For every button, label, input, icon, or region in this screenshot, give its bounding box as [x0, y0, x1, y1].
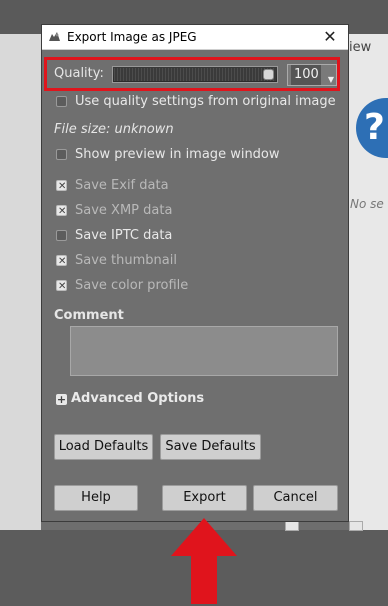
checkbox-box[interactable]: [56, 96, 67, 107]
checkbox-label: Show preview in image window: [75, 147, 280, 162]
quality-value[interactable]: 100: [291, 65, 321, 85]
checkbox-label: Save XMP data: [75, 203, 173, 218]
checkbox-box[interactable]: [56, 230, 67, 241]
save-exif-checkbox[interactable]: Save Exif data: [56, 176, 169, 197]
background-scroll-button[interactable]: [349, 521, 363, 531]
cancel-button[interactable]: Cancel: [253, 485, 338, 511]
checkbox-box[interactable]: [56, 277, 67, 297]
close-button[interactable]: ✕: [320, 25, 340, 49]
background-canvas-area: [0, 34, 41, 530]
quality-slider-thumb[interactable]: [263, 69, 274, 80]
checkbox-label: Save IPTC data: [75, 228, 173, 243]
file-size-text: File size: unknown: [54, 122, 174, 137]
annotation-up-arrow-icon: [171, 518, 237, 604]
expand-plus-icon[interactable]: +: [56, 394, 67, 405]
export-button[interactable]: Export: [162, 485, 247, 511]
app-logo-icon: [49, 32, 60, 41]
checkbox-label: Use quality settings from original image: [75, 94, 336, 109]
background-no-selection-text: No se: [350, 197, 384, 211]
checkbox-label: Save thumbnail: [75, 253, 177, 268]
help-button[interactable]: Help: [54, 485, 138, 511]
advanced-options-label: Advanced Options: [71, 391, 205, 406]
load-defaults-button[interactable]: Load Defaults: [54, 434, 153, 460]
comment-textarea[interactable]: [70, 326, 338, 376]
advanced-options-expander[interactable]: + Advanced Options: [56, 389, 204, 409]
background-view-tab[interactable]: iew: [349, 38, 371, 58]
show-preview-checkbox[interactable]: Show preview in image window: [56, 145, 280, 165]
spin-down-arrow-icon[interactable]: ▼: [328, 75, 334, 84]
checkbox-box[interactable]: [56, 202, 67, 222]
save-color-profile-checkbox[interactable]: Save color profile: [56, 276, 189, 297]
comment-label: Comment: [54, 308, 124, 323]
dialog-title: Export Image as JPEG: [67, 30, 197, 44]
save-defaults-button[interactable]: Save Defaults: [160, 434, 261, 460]
background-scroll-button[interactable]: [285, 521, 299, 531]
checkbox-label: Save Exif data: [75, 178, 169, 193]
checkbox-label: Save color profile: [75, 278, 189, 293]
save-iptc-checkbox[interactable]: Save IPTC data: [56, 226, 172, 246]
save-xmp-checkbox[interactable]: Save XMP data: [56, 201, 173, 222]
dialog-titlebar[interactable]: Export Image as JPEG ✕: [42, 25, 348, 50]
quality-slider-fill: [114, 68, 276, 81]
save-thumbnail-checkbox[interactable]: Save thumbnail: [56, 251, 177, 272]
export-jpeg-dialog: Export Image as JPEG ✕ Quality: 100 ▼ Us…: [41, 24, 349, 522]
checkbox-box[interactable]: [56, 149, 67, 160]
checkbox-box[interactable]: [56, 252, 67, 272]
quality-spinbox[interactable]: 100 ▼: [287, 64, 337, 86]
checkbox-box[interactable]: [56, 177, 67, 197]
quality-label: Quality:: [54, 66, 104, 81]
quality-slider[interactable]: [112, 66, 278, 83]
use-original-quality-checkbox[interactable]: Use quality settings from original image: [56, 92, 336, 112]
